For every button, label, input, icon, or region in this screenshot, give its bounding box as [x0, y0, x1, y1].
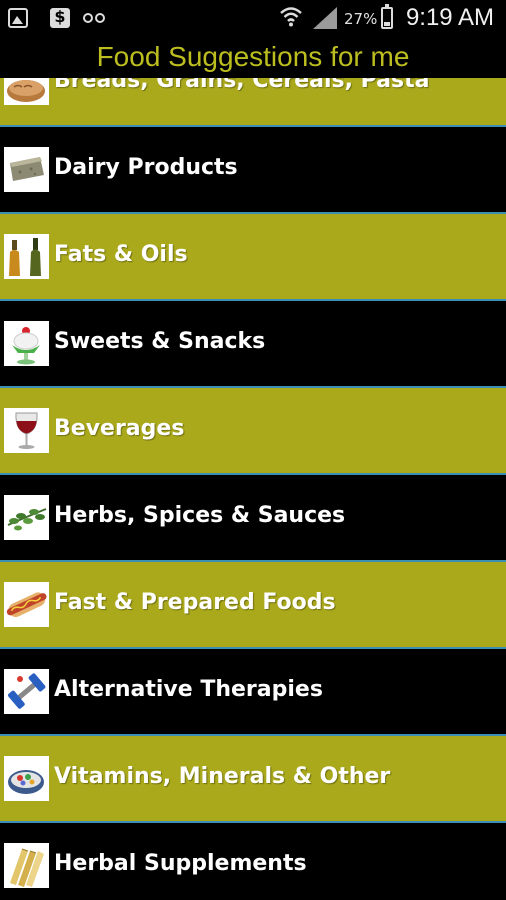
- category-item-herbs[interactable]: Herbs, Spices & Sauces: [0, 475, 506, 562]
- category-item-fast-foods[interactable]: Fast & Prepared Foods: [0, 562, 506, 649]
- category-item-beverages[interactable]: Beverages: [0, 388, 506, 475]
- herbs-icon: [4, 495, 49, 540]
- oil-bottles-icon: [4, 234, 49, 279]
- gallery-icon: [8, 8, 28, 28]
- category-item-sweets[interactable]: Sweets & Snacks: [0, 301, 506, 388]
- battery-percent: 27%: [344, 10, 378, 28]
- voicemail-icon: [82, 8, 106, 28]
- sundae-icon: [4, 321, 49, 366]
- cell-signal-icon: [313, 7, 337, 29]
- category-label: Herbal Supplements: [54, 851, 307, 876]
- category-label: Alternative Therapies: [54, 677, 323, 702]
- category-label: Breads, Grains, Cereals, Pasta: [54, 78, 430, 93]
- vitamins-bowl-icon: [4, 756, 49, 801]
- category-list: Breads, Grains, Cereals, Pasta Dairy Pro…: [0, 78, 506, 900]
- category-label: Herbs, Spices & Sauces: [54, 503, 346, 528]
- page-title: Food Suggestions for me: [96, 41, 410, 72]
- wifi-icon: [280, 7, 302, 27]
- wine-glass-icon: [4, 408, 49, 453]
- herbal-roots-icon: [4, 843, 49, 888]
- category-item-alternative-therapies[interactable]: Alternative Therapies: [0, 649, 506, 736]
- app-title-bar: Food Suggestions for me: [0, 38, 506, 78]
- category-item-fats-oils[interactable]: Fats & Oils: [0, 214, 506, 301]
- category-item-dairy[interactable]: Dairy Products: [0, 127, 506, 214]
- hot-dog-icon: [4, 582, 49, 627]
- bread-icon: [4, 78, 49, 105]
- category-label: Fast & Prepared Foods: [54, 590, 336, 615]
- category-label: Beverages: [54, 416, 185, 441]
- battery-icon: [381, 4, 393, 29]
- category-item-breads[interactable]: Breads, Grains, Cereals, Pasta: [0, 78, 506, 127]
- cheese-icon: [4, 147, 49, 192]
- dollar-icon: $: [50, 7, 70, 28]
- clock: 9:19 AM: [405, 4, 494, 31]
- category-list-viewport[interactable]: Breads, Grains, Cereals, Pasta Dairy Pro…: [0, 78, 506, 900]
- dumbbell-icon: [4, 669, 49, 714]
- phone-screen: $ 27% 9:19 AM Food Suggestions for me Br…: [0, 0, 506, 900]
- category-label: Dairy Products: [54, 155, 238, 180]
- category-item-herbal-supplements[interactable]: Herbal Supplements: [0, 823, 506, 900]
- category-label: Vitamins, Minerals & Other: [54, 764, 391, 789]
- status-bar: $ 27% 9:19 AM: [0, 0, 506, 38]
- category-label: Sweets & Snacks: [54, 329, 266, 354]
- category-label: Fats & Oils: [54, 242, 188, 267]
- category-item-vitamins[interactable]: Vitamins, Minerals & Other: [0, 736, 506, 823]
